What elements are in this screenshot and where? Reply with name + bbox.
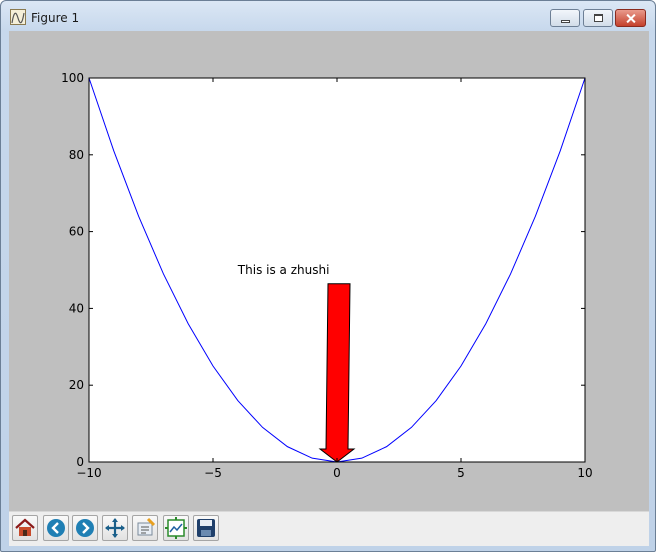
title-bar[interactable]: Figure 1 — [1, 1, 655, 31]
figure-window: Figure 1 This is a zhushi −10 −5 0 5 10 0 20 40… — [0, 0, 656, 552]
y-tick-label: 100 — [61, 71, 84, 85]
configure-subplots-button[interactable] — [163, 515, 189, 541]
plot-svg: This is a zhushi −10 −5 0 5 10020406080100 — [61, 71, 593, 480]
zoom-button[interactable] — [132, 515, 158, 541]
forward-button[interactable] — [72, 515, 98, 541]
y-tick-label: 0 — [76, 455, 84, 469]
y-tick-label: 80 — [69, 148, 84, 162]
x-tick-label: 5 — [457, 466, 465, 480]
y-tick-label: 40 — [69, 301, 84, 315]
figure-canvas[interactable]: This is a zhushi −10 −5 0 5 10 0 20 40 60 80 100 — [9, 31, 649, 546]
zoom-rect-icon — [137, 517, 156, 536]
maximize-button[interactable] — [583, 9, 613, 27]
x-tick-label: 0 — [333, 466, 341, 480]
home-button[interactable] — [12, 515, 38, 541]
annotation-text: This is a zhushi — [237, 263, 330, 277]
home-icon — [15, 518, 35, 536]
save-button[interactable] — [193, 515, 219, 541]
back-button[interactable] — [43, 515, 69, 541]
y-tick-label: 20 — [69, 378, 84, 392]
minimize-button[interactable] — [550, 9, 580, 27]
pan-move-icon — [105, 518, 125, 538]
close-button[interactable] — [615, 9, 646, 27]
x-tick-label: −5 — [204, 466, 222, 480]
forward-arrow-icon — [76, 519, 94, 537]
x-tick-label: 10 — [577, 466, 592, 480]
window-title: Figure 1 — [31, 11, 80, 25]
y-tick-label: 60 — [69, 225, 84, 239]
navigation-toolbar — [9, 511, 649, 546]
back-arrow-icon — [47, 519, 65, 537]
matplotlib-icon — [10, 9, 26, 25]
pan-button[interactable] — [102, 515, 128, 541]
save-disk-icon — [197, 519, 215, 537]
subplots-icon — [165, 517, 187, 539]
